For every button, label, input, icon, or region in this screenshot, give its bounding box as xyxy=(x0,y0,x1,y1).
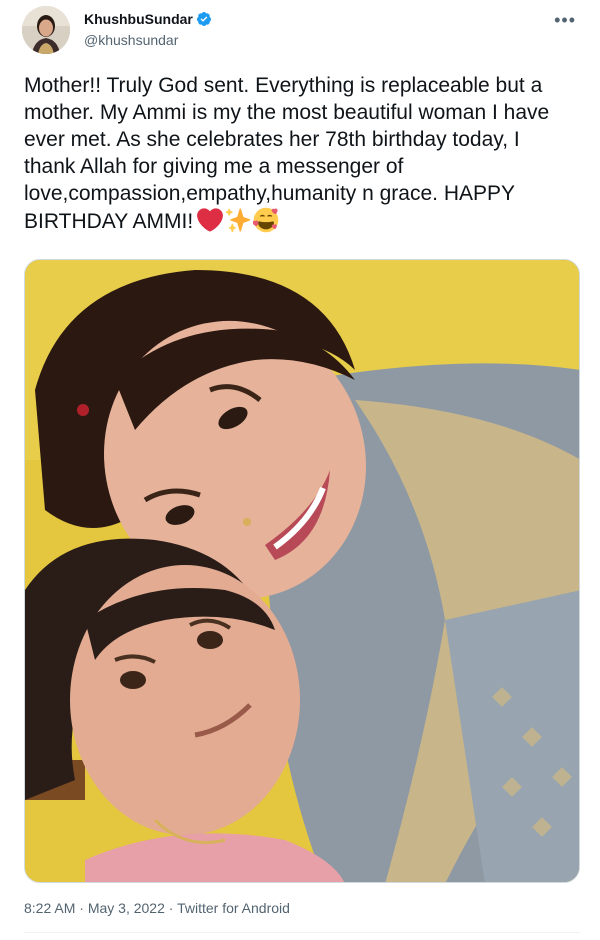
tweet-time[interactable]: 8:22 AM xyxy=(24,900,75,916)
smiling-face-with-hearts-icon xyxy=(253,207,279,233)
meta-separator: · xyxy=(79,900,88,916)
more-options-icon[interactable]: ••• xyxy=(554,10,576,31)
tweet-source[interactable]: Twitter for Android xyxy=(177,900,290,916)
tweet-meta: 8:22 AM · May 3, 2022 · Twitter for Andr… xyxy=(24,900,290,916)
divider xyxy=(24,932,580,933)
tweet-text-body: Mother!! Truly God sent. Everything is r… xyxy=(24,74,556,233)
meta-separator: · xyxy=(168,900,178,916)
tweet-photo[interactable] xyxy=(24,259,580,883)
user-handle[interactable]: @khushsundar xyxy=(84,32,178,48)
emoji-row xyxy=(197,207,279,233)
verified-badge-icon xyxy=(196,12,211,26)
tweet-header: KhushbuSundar @khushsundar ••• xyxy=(22,6,582,56)
avatar[interactable] xyxy=(22,6,70,54)
tweet-card: KhushbuSundar @khushsundar ••• Mother!! … xyxy=(0,0,600,940)
display-name[interactable]: KhushbuSundar xyxy=(84,11,193,27)
red-heart-icon xyxy=(197,208,224,232)
sparkles-icon xyxy=(225,208,251,233)
tweet-date[interactable]: May 3, 2022 xyxy=(88,900,165,916)
name-row: KhushbuSundar xyxy=(84,11,212,27)
tweet-text: Mother!! Truly God sent. Everything is r… xyxy=(24,72,574,235)
